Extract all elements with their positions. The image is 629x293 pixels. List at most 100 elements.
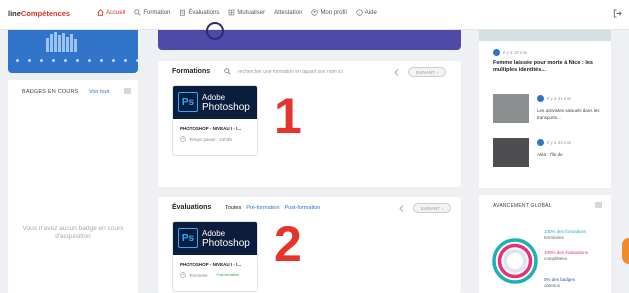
home-icon <box>97 9 104 16</box>
photoshop-icon: Ps <box>178 92 198 112</box>
photoshop-icon: Ps <box>178 228 198 248</box>
clipboard-icon <box>180 9 186 16</box>
news-time-2: Il y a 31 min <box>537 95 571 102</box>
top-navigation-bar: lineCompétences Accueil Formation Évalua… <box>0 0 629 30</box>
nav-item-formation[interactable]: Formation <box>134 9 170 16</box>
stat-highlight: 100% des formations <box>544 229 587 234</box>
badges-title: BADGES EN COURS <box>22 89 79 95</box>
news-snippet[interactable]: Aléa : l'île de <box>537 152 605 159</box>
nav-item-accueil[interactable]: Accueil <box>97 9 125 16</box>
photoshop-logo-banner: Ps Adobe Photoshop <box>173 86 257 119</box>
news-thumbnail[interactable] <box>493 94 529 123</box>
progress-rings <box>492 238 538 284</box>
clock-icon <box>180 272 186 278</box>
left-column: BADGES EN COURS Voir tout Vous n'avez au… <box>8 30 138 293</box>
news-card: Il y a 19 min Femme laissée pour morte à… <box>479 30 611 188</box>
badges-see-all-link[interactable]: Voir tout <box>89 89 109 95</box>
banner-card <box>158 22 461 50</box>
stat-evaluations: 100% des évaluations complétées <box>544 250 606 262</box>
grid-icon <box>229 9 235 16</box>
formations-next-button[interactable]: SUIVANT › <box>408 67 446 77</box>
nav-item-mon-profil[interactable]: Mon profil <box>311 9 347 16</box>
search-icon[interactable] <box>224 68 231 75</box>
nav-label: Aide <box>364 9 377 16</box>
stat-rest: complétées <box>544 256 568 261</box>
logo-product-text: Photoshop <box>202 102 250 113</box>
activity-bar <box>66 37 69 52</box>
nav-label: Évaluations <box>188 9 220 16</box>
nav-item-aide[interactable]: Aide <box>356 9 377 16</box>
news-time-text: Il y a 31 min <box>547 96 572 101</box>
annotation-number-2: 2 <box>274 216 302 272</box>
stat-rest: obtenus <box>544 283 561 288</box>
stat-formations: 100% des formations terminées <box>544 229 606 241</box>
global-progress-card: AVANCEMENT GLOBAL 100% des formations ter… <box>479 195 611 293</box>
news-time-1: Il y a 19 min <box>493 49 527 56</box>
logo-adobe-text: Adobe <box>202 229 226 238</box>
status-text: Terminée <box>189 272 208 278</box>
tab-toutes[interactable]: Toutes <box>225 205 241 211</box>
time-spent-text: Temps passé : 24h39 <box>189 136 232 142</box>
chevron-right-icon: › <box>441 205 444 211</box>
news-time-text: Il y a 19 min <box>503 50 528 55</box>
menu-icon[interactable] <box>595 202 602 208</box>
nav-label: Attestation <box>274 9 303 16</box>
brand-prefix: line <box>8 9 21 18</box>
menu-icon[interactable] <box>124 88 131 94</box>
main-column: Formations rechercher une formation en t… <box>146 22 470 293</box>
course-title: PHOTOSHOP - NIVEAU I - I... <box>180 126 242 131</box>
nav-item-attestation[interactable]: Attestation <box>274 9 302 16</box>
stat-highlight: 100% des évaluations <box>544 250 589 255</box>
logo-product-text: Photoshop <box>202 238 250 249</box>
activity-bar <box>74 39 77 52</box>
evaluation-title: PHOTOSHOP - NIVEAU I - I... <box>180 262 242 267</box>
news-thumbnail[interactable] <box>493 138 529 167</box>
activity-bar <box>70 34 73 52</box>
news-source-icon <box>537 139 544 146</box>
evaluations-title: Évaluations <box>172 204 212 211</box>
news-time-3: Il y a 34 min <box>537 139 571 146</box>
news-headline[interactable]: Femme laissée pour morte à Nice : les mu… <box>493 60 603 74</box>
badges-card: BADGES EN COURS Voir tout Vous n'avez au… <box>8 80 138 293</box>
brand-logo[interactable]: lineCompétences <box>8 9 70 18</box>
evaluations-next-button[interactable]: SUIVANT › <box>413 203 451 213</box>
chevron-right-icon: › <box>436 69 439 75</box>
news-source-icon <box>493 49 500 56</box>
chevron-left-icon[interactable] <box>394 69 399 76</box>
news-snippet[interactable]: Les activistes saisuels dans les transpo… <box>537 108 605 121</box>
course-card[interactable]: Ps Adobe Photoshop PHOTOSHOP - NIVEAU I … <box>172 85 258 156</box>
help-icon <box>356 9 363 16</box>
formations-search-input[interactable]: rechercher une formation en tapant son n… <box>238 69 343 75</box>
activity-bars <box>46 30 96 52</box>
tab-post-formation[interactable]: Post-formation <box>285 205 321 211</box>
evaluation-status: Terminée Post formation <box>180 272 239 278</box>
activity-bar <box>58 35 61 52</box>
news-source-icon <box>537 95 544 102</box>
next-label: SUIVANT <box>420 205 440 211</box>
badges-empty-message: Vous n'avez aucun badge en cours d'acqui… <box>22 225 124 240</box>
evaluations-tabs: Toutes Pré-formation Post-formation <box>225 205 320 211</box>
stat-rest: terminées <box>544 235 564 240</box>
logo-adobe-text: Adobe <box>202 93 226 102</box>
annotation-number-1: 1 <box>274 88 302 144</box>
stat-highlight: 0% des badges <box>544 277 576 282</box>
evaluations-section: Évaluations Toutes Pré-formation Post-fo… <box>158 197 461 293</box>
nav-item-evaluations[interactable]: Évaluations <box>179 9 219 16</box>
nav-label: Accueil <box>106 9 126 16</box>
nav-label: Mon profil <box>320 9 347 16</box>
banner-graphic <box>206 22 224 40</box>
chevron-left-icon[interactable] <box>399 205 404 212</box>
activity-bar <box>46 38 49 52</box>
tab-pre-formation[interactable]: Pré-formation <box>246 205 279 211</box>
post-formation-badge: Post formation <box>216 273 240 277</box>
nav-item-mutualiser[interactable]: Mutualiser <box>228 9 265 16</box>
brand-suffix: Compétences <box>20 9 71 18</box>
formations-title: Formations <box>172 68 211 75</box>
activity-bar <box>54 32 57 52</box>
course-time-spent: Temps passé : 24h39 <box>180 136 232 142</box>
chat-widget-button[interactable] <box>622 238 629 264</box>
right-column: Il y a 19 min Femme laissée pour morte à… <box>479 30 611 293</box>
evaluation-card[interactable]: Ps Adobe Photoshop PHOTOSHOP - NIVEAU I … <box>172 221 258 292</box>
logout-icon[interactable] <box>613 9 622 18</box>
next-label: SUIVANT <box>415 69 435 75</box>
